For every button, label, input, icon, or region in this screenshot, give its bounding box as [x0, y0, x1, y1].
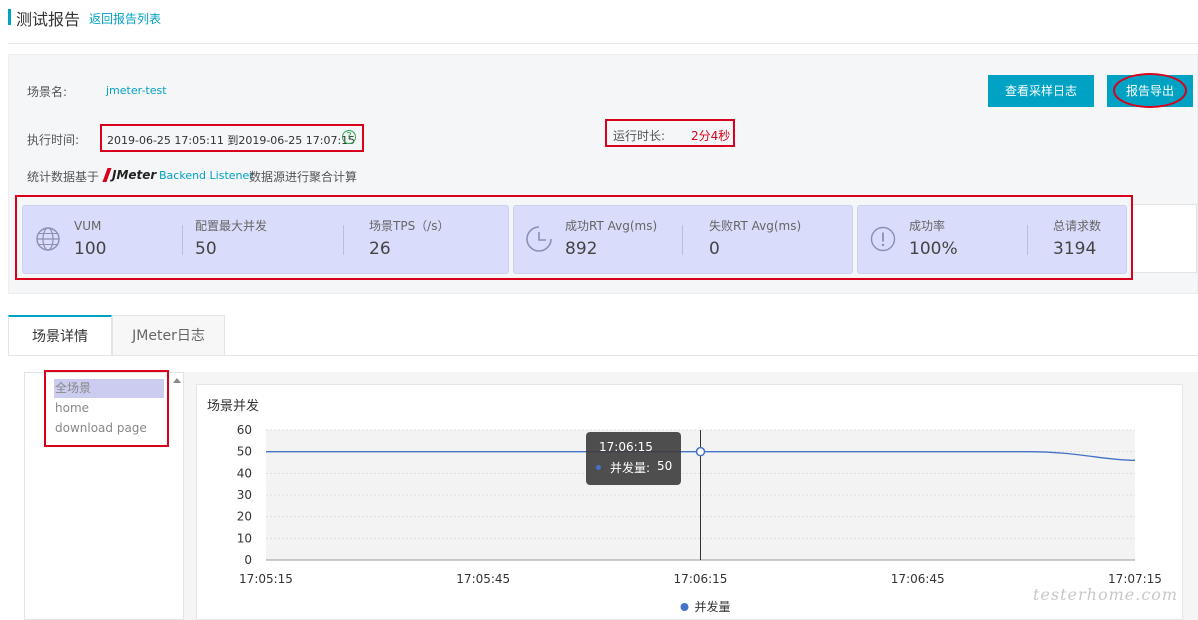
run-duration-label: 运行时长:: [613, 129, 666, 143]
view-sampling-log-button[interactable]: 查看采样日志: [988, 75, 1094, 107]
jmeter-logo: JMeter: [102, 166, 156, 184]
metric-value-tps: 26: [369, 239, 391, 259]
scene-name-value: jmeter-test: [106, 84, 167, 97]
metric-value-total-requests: 3194: [1053, 239, 1097, 259]
run-duration-value: 2分4秒: [691, 129, 731, 143]
stats-source-suffix: 数据源进行聚合计算: [249, 170, 358, 184]
x-tick-label: 17:05:15: [239, 572, 293, 586]
metric-value-max-concurrency: 50: [195, 239, 217, 259]
hover-point[interactable]: [695, 446, 706, 457]
stats-source-prefix: 统计数据基于: [27, 170, 100, 184]
metric-label-fail-rt: 失败RT Avg(ms): [709, 219, 802, 233]
run-duration-highlight: 运行时长: 2分4秒: [605, 119, 735, 147]
scroll-up-icon[interactable]: [173, 378, 181, 383]
metrics-overflow-card: [1133, 204, 1197, 273]
y-tick-label: 40: [237, 466, 252, 480]
metric-divider: [1027, 225, 1028, 255]
metric-divider: [343, 225, 344, 255]
y-tick-label: 0: [244, 553, 252, 567]
x-tick-label: 17:06:45: [891, 572, 945, 586]
metric-label-total-requests: 总请求数: [1053, 219, 1102, 233]
tooltip-value: 50: [657, 459, 673, 473]
x-tick-label: 17:06:15: [674, 572, 728, 586]
tab-scene-detail[interactable]: 场景详情: [8, 315, 112, 355]
back-to-report-list-link[interactable]: 返回报告列表: [89, 10, 161, 27]
report-page: 测试报告 返回报告列表 场景名: jmeter-test 执行时间: 2019-…: [0, 0, 1198, 620]
scene-item-home[interactable]: home: [54, 399, 164, 418]
scene-item-all[interactable]: 全场景: [54, 379, 164, 398]
backend-listener-link[interactable]: Backend Listener: [159, 169, 254, 182]
page-title: 测试报告: [16, 10, 81, 29]
y-tick-label: 20: [237, 510, 252, 524]
metric-card-success: 成功率 100% 总请求数 3194: [857, 205, 1127, 274]
metric-label-max-concurrency: 配置最大并发: [195, 219, 268, 233]
help-icon[interactable]: ?: [342, 130, 356, 144]
legend-marker: [680, 603, 689, 611]
title-accent-bar: [8, 9, 11, 25]
tooltip-time: 17:06:15: [599, 440, 653, 454]
scene-list-highlight: 全场景 home download page: [44, 370, 169, 447]
tooltip-series-label: 并发量:: [610, 461, 651, 475]
header-divider: [8, 43, 1198, 44]
metric-value-vum: 100: [74, 239, 107, 259]
clock-icon: [526, 226, 552, 252]
scene-item-download-page[interactable]: download page: [54, 419, 164, 438]
metric-value-success-rate: 100%: [909, 239, 958, 259]
exec-time-value: 2019-06-25 17:05:11 到2019-06-25 17:07:15: [107, 134, 356, 147]
y-tick-label: 10: [237, 531, 252, 545]
watermark: testerhome.com: [1033, 585, 1179, 604]
export-highlight-oval: [1113, 73, 1187, 108]
exclamation-circle-icon: [870, 226, 896, 252]
metric-label-success-rate: 成功率: [909, 219, 946, 233]
tooltip-series-dot: [596, 465, 601, 470]
metric-label-tps: 场景TPS（/s）: [369, 219, 450, 233]
metric-value-success-rt: 892: [565, 239, 598, 259]
y-tick-label: 50: [237, 445, 252, 459]
x-tick-label: 17:07:15: [1108, 572, 1162, 586]
metric-label-success-rt: 成功RT Avg(ms): [565, 219, 658, 233]
legend-label[interactable]: 并发量: [695, 599, 731, 614]
exec-time-highlight: 2019-06-25 17:05:11 到2019-06-25 17:07:15…: [100, 124, 364, 152]
scene-name-label: 场景名:: [27, 85, 68, 99]
exec-time-label: 执行时间:: [27, 133, 80, 147]
y-tick-label: 30: [237, 488, 252, 502]
metric-card-rt: 成功RT Avg(ms) 892 失败RT Avg(ms) 0: [513, 205, 853, 274]
y-tick-label: 60: [237, 423, 252, 437]
x-tick-label: 17:05:45: [456, 572, 510, 586]
metric-card-load: VUM 100 配置最大并发 50 场景TPS（/s） 26: [22, 205, 509, 274]
metric-divider: [682, 225, 683, 255]
metric-label-vum: VUM: [74, 219, 102, 233]
metric-divider: [182, 225, 183, 255]
metric-value-fail-rt: 0: [709, 239, 720, 259]
tab-jmeter-log[interactable]: JMeter日志: [112, 315, 225, 355]
chart-tooltip: 17:06:15 并发量: 50: [586, 432, 681, 485]
globe-icon: [36, 227, 60, 251]
